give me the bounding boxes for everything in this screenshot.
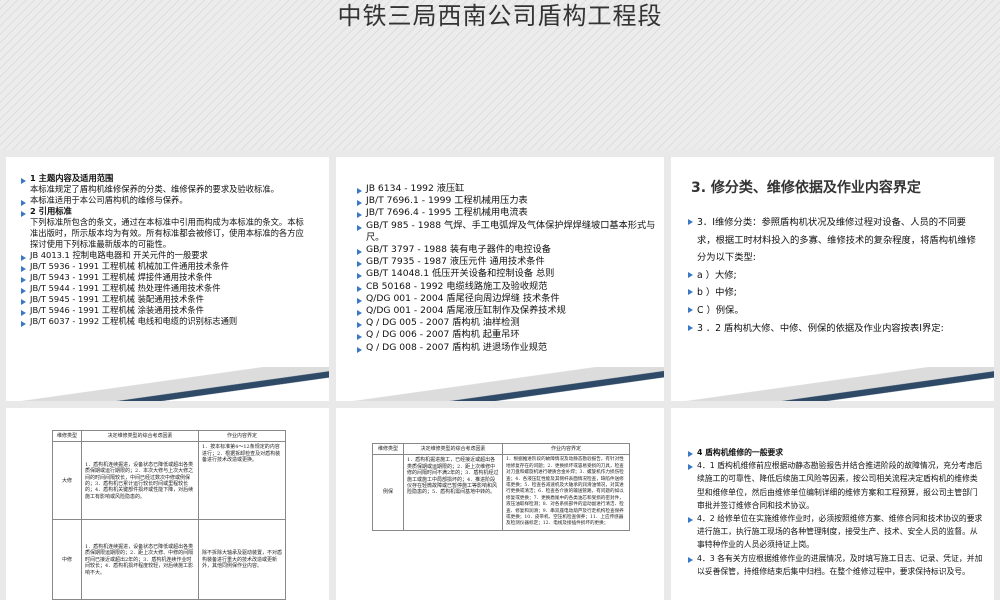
- list-item: 本标准适用于本公司盾构机的维修与保养。: [21, 195, 310, 206]
- table-header-cell: 维修类型: [52, 429, 82, 443]
- table-row: 例保 1．盾构机掘进施工，已经接近或超出各类质保期或运期限的；2．距上次维修中修…: [372, 454, 630, 531]
- table-cell: 1．盾构机连续掘进，设备状态已降低或超出各类质保期或运行期限的；2．本次大修与上…: [81, 441, 199, 521]
- slide-text-list: 4 盾构机维修的一般要求 4．1 盾构机维修前应根据动静态勘验报告并结合推进阶段…: [688, 446, 985, 578]
- list-item: JB 4013.1 控制电路电器和 开关元件的一般要求: [21, 250, 310, 261]
- list-item: JB/T 5943 - 1991 工程机械 焊接件通用技术条件: [21, 272, 310, 283]
- list-item: C ）例保。: [688, 302, 982, 320]
- slide-text-list: JB 6134 - 1992 液压缸 JB/T 7696.1 - 1999 工程…: [357, 183, 656, 354]
- slide-standards-continued[interactable]: JB 6134 - 1992 液压缸 JB/T 7696.1 - 1999 工程…: [336, 157, 664, 401]
- list-item: Q / DG 008 - 2007 盾构机 进退场作业规范: [357, 342, 656, 354]
- list-item: JB 6134 - 1992 液压缸: [357, 183, 656, 195]
- list-item: JB/T 6037 - 1992 工程机械 电线和电缆的识别标志通则: [21, 316, 310, 327]
- list-item: JB/T 7696.4 - 1995 工程机械用电流表: [357, 207, 656, 219]
- list-item: 2 引用标准: [21, 206, 310, 217]
- table-cell: 1．根据推进阶段的故障情况及动静态勘验报告，有针对性地修复存在的问题；2．更换损…: [502, 454, 630, 531]
- slide-decoration: [336, 367, 664, 401]
- slide-decoration: [6, 367, 329, 401]
- table-cell: 大修: [52, 441, 82, 521]
- list-item: 4．1 盾构机维修前应根据动静态勘验报告并结合推进阶段的故障情况，充分考虑后续施…: [688, 459, 985, 512]
- table-header-cell: 决定维修类型的综合考虑因素: [81, 429, 199, 443]
- list-item: b ）中修;: [688, 284, 982, 302]
- repair-type-table: 维修类型 决定维修类型的综合考虑因素 作业内容界定 大修 1．盾构机连续掘进，设…: [52, 429, 286, 600]
- slide-repair-table-routine[interactable]: 维修类型 决定维修类型的综合考虑因素 作业内容界定 例保 1．盾构机掘进施工，已…: [336, 408, 664, 600]
- slide-heading: 3. 修分类、维修依据及作业内容界定: [691, 180, 921, 196]
- table-cell: 1．盾构机掘进施工，已经接近或超出各类质保期或运期限的；2．距上次维修中修的间隔…: [403, 454, 503, 531]
- list-item: JB/T 5945 - 1991 工程机械 装配通用技术条件: [21, 294, 310, 305]
- list-item: GB/T 7935 - 1987 液压元件 通用技术条件: [357, 256, 656, 268]
- list-item: GB/T 14048.1 低压开关设备和控制设备 总则: [357, 268, 656, 280]
- list-item: 下列标准所包含的条文，通过在本标准中引用而构成为本标准的条文。本标准出版时，所示…: [30, 217, 304, 249]
- table-header-row: 维修类型 决定维修类型的综合考虑因素 作业内容界定: [52, 429, 286, 443]
- slide-scope-and-standards[interactable]: 1 主题内容及适用范围 本标准规定了盾构机维修保养的分类、维修保养的要求及验收标…: [6, 157, 329, 401]
- list-item: JB/T 5936 - 1991 工程机械 机械加工件通用技术条件: [21, 261, 310, 272]
- list-item: JB/T 5946 - 1991 工程机械 涂装通用技术条件: [21, 305, 310, 316]
- list-item: 4．2 给修单位在实施维修作业时，必须按照维修方案、维修合同和技术协议的要求进行…: [688, 512, 985, 552]
- list-item: CB 50168 - 1992 电缆线路施工及验收规范: [357, 281, 656, 293]
- table-header-cell: 作业内容界定: [502, 442, 630, 456]
- slide-general-requirements[interactable]: 4 盾构机维修的一般要求 4．1 盾构机维修前应根据动静态勘验报告并结合推进阶段…: [671, 408, 994, 600]
- table-cell: 1．按本标准第4～12条规定的内容进行；2．根据拆卸检查及对盾构装备进行技术改造…: [198, 441, 286, 521]
- list-item: JB/T 5944 - 1991 工程机械 热处理件通用技术条件: [21, 283, 310, 294]
- table-header-cell: 决定维修类型的综合考虑因素: [403, 442, 503, 456]
- table-row: 中修 1．盾构机连续掘进，设备状态已降低或超出各类质保期限运期限的；2．距上次大…: [52, 519, 286, 600]
- table-cell: 1．盾构机连续掘进，设备状态已降低或超出各类质保期限运期限的；2．距上次大修、中…: [81, 519, 199, 600]
- list-item: a ）大修;: [688, 267, 982, 285]
- table-cell: 除不拆除大轴承及驱动装置，不对盾构装备进行重大的技术改造或更新外，其他同例保作业…: [198, 519, 286, 600]
- slide-decoration: [671, 367, 994, 401]
- list-item: Q / DG 006 - 2007 盾构机 起重吊环: [357, 329, 656, 341]
- slide-text-list: 3．Ⅰ维修分类：参照盾构机状况及维修过程对设备、人员的不同要求，根据工时材料投入…: [688, 214, 982, 338]
- list-item: 4．3 各有关方应根据维修作业的进展情况，及时填写施工日志、记录、凭证，并加 以…: [688, 552, 985, 578]
- table-header-cell: 维修类型: [372, 442, 404, 456]
- page-title: 中铁三局西南公司盾构工程段: [337, 2, 663, 30]
- list-item: Q / DG 005 - 2007 盾构机 油样检测: [357, 317, 656, 329]
- slide-repair-classification[interactable]: 3. 修分类、维修依据及作业内容界定 3．Ⅰ维修分类：参照盾构机状况及维修过程对…: [671, 157, 994, 401]
- table-header-row: 维修类型 决定维修类型的综合考虑因素 作业内容界定: [372, 442, 630, 456]
- list-item: GB/T 3797 - 1988 装有电子器件的电控设备: [357, 244, 656, 256]
- list-item: 4 盾构机维修的一般要求: [688, 446, 985, 459]
- slide-repair-table-overhaul[interactable]: 维修类型 决定维修类型的综合考虑因素 作业内容界定 大修 1．盾构机连续掘进，设…: [6, 408, 329, 600]
- table-cell: 中修: [52, 519, 82, 600]
- table-row: 大修 1．盾构机连续掘进，设备状态已降低或超出各类质保期或运行期限的；2．本次大…: [52, 441, 286, 521]
- repair-type-table: 维修类型 决定维修类型的综合考虑因素 作业内容界定 例保 1．盾构机掘进施工，已…: [372, 442, 630, 531]
- list-item: 3 ．2 盾构机大修、中修、例保的依据及作业内容按表Ⅰ界定:: [688, 320, 982, 338]
- list-item: GB/T 985 - 1988 气焊、手工电弧焊及气体保护焊焊缝坡口基本形式与尺…: [357, 219, 656, 243]
- slide-text-list: 1 主题内容及适用范围 本标准规定了盾构机维修保养的分类、维修保养的要求及验收标…: [21, 173, 310, 327]
- list-item: Q/DG 001 - 2004 盾尾液压缸制作及保养技术规: [357, 305, 656, 317]
- list-item: JB/T 7696.1 - 1999 工程机械用压力表: [357, 195, 656, 207]
- list-item: Q/DG 001 - 2004 盾尾径向周边焊缝 技术条件: [357, 293, 656, 305]
- table-cell: 例保: [372, 454, 404, 531]
- title-banner: 中铁三局西南公司盾构工程段: [0, 0, 1000, 150]
- list-item: 1 主题内容及适用范围: [21, 173, 310, 184]
- list-item: 本标准规定了盾构机维修保养的分类、维修保养的要求及验收标准。: [30, 184, 279, 194]
- table-header-cell: 作业内容界定: [198, 429, 286, 443]
- list-item: 3．Ⅰ维修分类：参照盾构机状况及维修过程对设备、人员的不同要求，根据工时材料投入…: [688, 214, 982, 267]
